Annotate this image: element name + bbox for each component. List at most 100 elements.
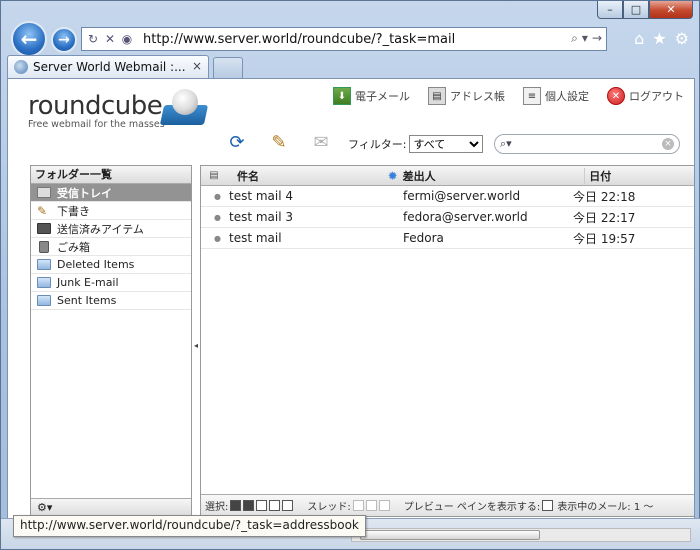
dropdown-icon[interactable]: ▾: [582, 31, 588, 46]
maximize-button[interactable]: □: [623, 1, 649, 19]
back-button[interactable]: ←: [11, 21, 47, 57]
thread-expand-icon[interactable]: [352, 500, 364, 511]
search-box[interactable]: ⌕▾ ×: [494, 134, 680, 154]
folder-drafts[interactable]: ✎ 下書き: [31, 202, 191, 220]
new-tab-button[interactable]: [213, 57, 243, 78]
refresh-icon[interactable]: ↻: [86, 32, 100, 46]
logo-tagline: Free webmail for the masses: [28, 119, 165, 130]
message-row[interactable]: ● test mail 4 fermi@server.world 今日 22:1…: [201, 186, 694, 207]
clear-search-icon[interactable]: ×: [662, 138, 674, 150]
folder-actions-menu[interactable]: ⚙▾: [31, 498, 191, 516]
status-dot-icon: ●: [214, 212, 221, 222]
folder-sent[interactable]: 送信済みアイテム: [31, 220, 191, 238]
nav-mail[interactable]: ⬇ 電子メール: [333, 87, 410, 105]
address-url[interactable]: http://www.server.world/roundcube/?_task…: [143, 32, 455, 47]
message-date: 今日 22:17: [573, 210, 636, 225]
nav-settings-label: 個人設定: [545, 90, 589, 103]
message-row[interactable]: ● test mail Fedora 今日 19:57: [201, 228, 694, 249]
preview-pane-checkbox[interactable]: [542, 500, 554, 511]
scrollbar-thumb[interactable]: [360, 530, 540, 540]
nav-addressbook[interactable]: ▤ アドレス帳: [428, 87, 505, 105]
folder-icon: [37, 259, 51, 270]
select-none-icon[interactable]: [282, 500, 294, 511]
nav-mail-label: 電子メール: [355, 90, 410, 103]
thread-expand-unread-icon[interactable]: [378, 500, 390, 511]
search-input[interactable]: [515, 137, 656, 151]
home-icon[interactable]: ⌂: [634, 29, 644, 48]
pencil-icon: ✎: [37, 203, 48, 218]
site-icon: ◉: [121, 32, 133, 46]
folder-label: ごみ箱: [57, 240, 90, 254]
compose-pencil-icon: ✎: [271, 131, 287, 153]
message-list-footer: 選択: スレッド: プレビュー ペインを表示する: 表示中のメール: 1 〜: [201, 494, 694, 516]
horizontal-scrollbar[interactable]: [351, 528, 691, 542]
close-window-button[interactable]: ✕: [649, 1, 693, 19]
preview-pane-label: プレビュー ペインを表示する:: [403, 502, 541, 513]
check-mail-button[interactable]: ⟳: [222, 127, 252, 157]
go-icon[interactable]: →: [592, 31, 602, 46]
mail-icon: ⬇: [333, 87, 351, 105]
folder-label: 下書き: [57, 204, 90, 218]
mail-toolbar: ⟳ ✎ ✉: [222, 127, 336, 157]
refresh-mail-icon: ⟳: [229, 131, 245, 153]
minimize-button[interactable]: –: [597, 1, 623, 19]
stop-icon[interactable]: ✕: [103, 32, 117, 46]
nav-logout-label: ログアウト: [629, 90, 684, 103]
filter-label: フィルター:: [348, 138, 407, 151]
reply-envelope-icon: ✉: [313, 131, 329, 153]
message-subject[interactable]: test mail 3: [227, 210, 385, 224]
compose-button[interactable]: ✎: [264, 127, 294, 157]
folder-sent-items[interactable]: Sent Items: [31, 292, 191, 310]
message-count: 表示中のメール: 1 〜: [557, 502, 654, 513]
folder-trash[interactable]: ごみ箱: [31, 238, 191, 256]
status-dot-icon: ●: [214, 191, 221, 201]
close-tab-icon[interactable]: ×: [192, 59, 202, 73]
message-date: 今日 22:18: [573, 189, 636, 204]
browser-tools: ⌂ ★ ⚙: [634, 29, 689, 48]
flag-column-icon[interactable]: ✹: [385, 169, 401, 183]
logout-icon: ✕: [607, 87, 625, 105]
select-page-icon[interactable]: [243, 500, 255, 511]
select-unread-icon[interactable]: [256, 500, 268, 511]
favorites-star-icon[interactable]: ★: [652, 29, 666, 48]
navigation-bar: ← → ↻ ✕ ◉ http://www.server.world/roundc…: [7, 21, 697, 59]
search-icon[interactable]: ⌕: [571, 31, 578, 46]
favicon-icon: [14, 60, 28, 74]
column-from[interactable]: 差出人: [401, 168, 585, 184]
link-status-url: http://www.server.world/roundcube/?_task…: [13, 515, 366, 537]
column-date[interactable]: 日付: [584, 167, 694, 184]
folder-junk-email[interactable]: Junk E-mail: [31, 274, 191, 292]
message-row[interactable]: ● test mail 3 fedora@server.world 今日 22:…: [201, 207, 694, 228]
list-options-icon[interactable]: ▤: [201, 170, 227, 181]
reply-button[interactable]: ✉: [306, 127, 336, 157]
folder-label: 送信済みアイテム: [57, 222, 144, 236]
thread-collapse-icon[interactable]: [365, 500, 377, 511]
message-list-header: ▤ 件名 ✹ 差出人 日付: [201, 166, 694, 186]
forward-arrow-icon: →: [58, 32, 70, 48]
tab-webmail[interactable]: Server World Webmail :... ×: [7, 55, 209, 78]
folder-deleted-items[interactable]: Deleted Items: [31, 256, 191, 274]
forward-button[interactable]: →: [51, 27, 77, 53]
gear-icon[interactable]: ⚙: [675, 29, 689, 48]
message-subject[interactable]: test mail 4: [227, 189, 385, 203]
folder-label: Junk E-mail: [57, 276, 119, 289]
message-subject[interactable]: test mail: [227, 231, 385, 245]
search-options-icon[interactable]: ⌕▾: [500, 137, 512, 151]
folder-label: Deleted Items: [57, 258, 135, 271]
address-bar[interactable]: ↻ ✕ ◉ http://www.server.world/roundcube/…: [81, 27, 607, 51]
message-list: ▤ 件名 ✹ 差出人 日付 ● test mail 4 fermi@server…: [200, 165, 694, 517]
logo-wordmark: roundcube: [28, 91, 163, 121]
folder-label: Sent Items: [57, 294, 117, 307]
back-arrow-icon: ←: [20, 27, 38, 51]
inbox-icon: [37, 187, 51, 198]
pane-splitter-handle[interactable]: ◂: [194, 341, 198, 350]
message-from: fermi@server.world: [403, 189, 521, 203]
nav-logout[interactable]: ✕ ログアウト: [607, 87, 684, 105]
nav-settings[interactable]: ≡ 個人設定: [523, 87, 589, 105]
column-subject[interactable]: 件名: [227, 168, 385, 184]
select-all-icon[interactable]: [230, 500, 242, 511]
folder-inbox[interactable]: 受信トレイ: [31, 184, 191, 202]
trash-icon: [39, 240, 49, 253]
filter-select[interactable]: すべて: [408, 135, 483, 153]
select-invert-icon[interactable]: [269, 500, 281, 511]
